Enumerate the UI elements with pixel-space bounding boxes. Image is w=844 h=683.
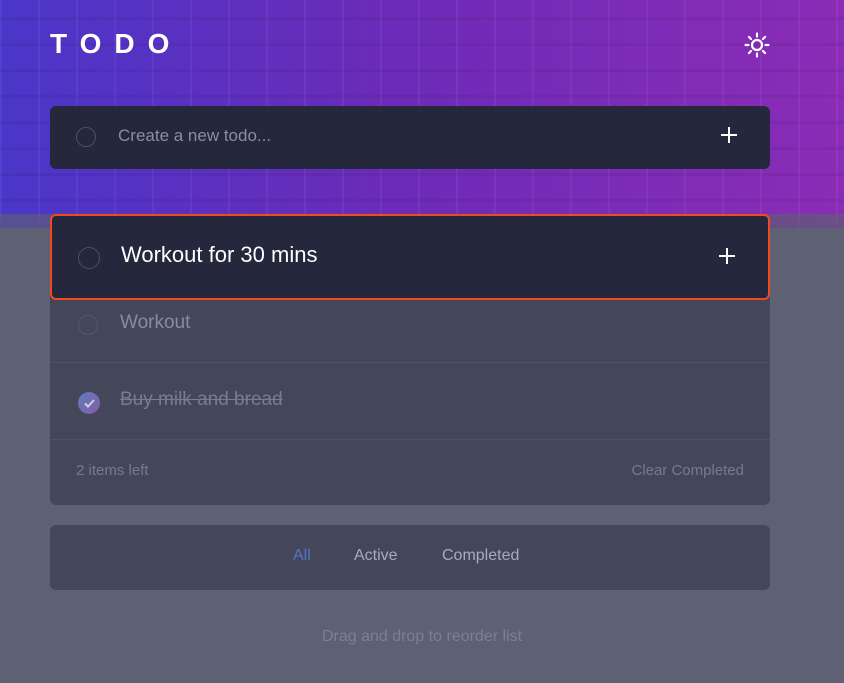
filter-active[interactable]: Active bbox=[354, 547, 398, 565]
todo-checkbox[interactable] bbox=[78, 247, 100, 269]
theme-toggle-button[interactable] bbox=[742, 30, 772, 60]
todo-text: Buy milk and bread bbox=[120, 389, 283, 410]
new-todo-form: Create a new todo... bbox=[50, 106, 770, 169]
reorder-hint: Drag and drop to reorder list bbox=[321, 628, 523, 645]
filter-bar: All Active Completed bbox=[50, 525, 770, 590]
sun-icon bbox=[744, 32, 770, 58]
list-footer: 2 items left Clear Completed bbox=[50, 440, 770, 505]
dragging-todo-item[interactable]: Workout for 30 mins bbox=[50, 214, 770, 300]
plus-icon[interactable] bbox=[719, 248, 735, 264]
todo-item[interactable]: Buy milk and bread bbox=[50, 365, 770, 440]
check-icon bbox=[83, 398, 95, 408]
filter-completed[interactable]: Completed bbox=[442, 547, 519, 565]
plus-icon[interactable] bbox=[721, 127, 737, 143]
new-todo-checkbox[interactable] bbox=[76, 127, 96, 147]
todo-text: Workout bbox=[120, 312, 191, 333]
items-left-count: 2 items left bbox=[76, 462, 149, 479]
new-todo-input[interactable]: Create a new todo... bbox=[118, 126, 271, 146]
todo-checkbox[interactable] bbox=[78, 315, 98, 335]
app-title: TODO bbox=[50, 28, 183, 59]
filter-all[interactable]: All bbox=[293, 547, 311, 565]
clear-completed-button[interactable]: Clear Completed bbox=[631, 462, 744, 479]
todo-text: Workout for 30 mins bbox=[121, 242, 318, 267]
todo-checkbox-checked[interactable] bbox=[78, 392, 100, 414]
